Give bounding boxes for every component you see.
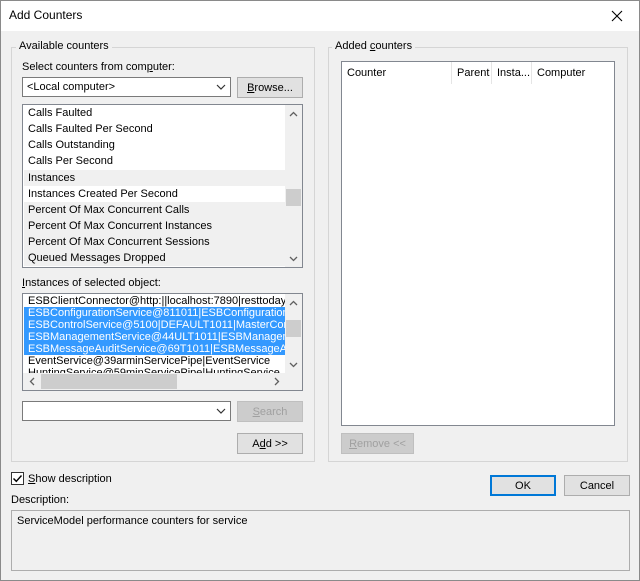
chevron-right-icon (274, 377, 279, 386)
add-button-label: Add >> (252, 437, 288, 450)
list-item[interactable]: Percent Of Max Concurrent Sessions (24, 234, 285, 250)
search-button-label: Search (252, 405, 288, 418)
list-item[interactable]: ESBMessageAuditService@69T1011|ESBMessag… (24, 343, 285, 355)
scroll-left-button[interactable] (23, 373, 40, 390)
scroll-thumb[interactable] (41, 374, 177, 389)
title-bar: Add Counters (1, 1, 639, 31)
scroll-down-button[interactable] (285, 356, 302, 373)
list-item[interactable]: Calls Per Second (24, 153, 285, 169)
instances-listbox[interactable]: ESBClientConnector@http:||localhost:7890… (22, 293, 303, 391)
cancel-button[interactable]: Cancel (564, 475, 630, 496)
instances-label: Instances of selected object: (22, 277, 161, 289)
chevron-up-icon (289, 111, 298, 116)
list-item[interactable]: Percent Of Max Concurrent Calls (24, 202, 285, 218)
search-button[interactable]: Search (237, 401, 303, 422)
browse-button-label: Browse... (247, 81, 293, 94)
added-counters-label: Added counters (332, 40, 416, 52)
chevron-down-icon (216, 408, 226, 414)
chevron-down-icon (216, 84, 226, 90)
scroll-corner (285, 373, 302, 390)
list-item[interactable]: Calls Outstanding (24, 137, 285, 153)
browse-button[interactable]: Browse... (237, 77, 303, 98)
computer-value: <Local computer> (27, 81, 116, 93)
ok-button-label: OK (515, 479, 531, 492)
show-description-checkbox[interactable] (11, 472, 24, 485)
column-header-parent[interactable]: Parent (452, 62, 492, 84)
column-header-counter[interactable]: Counter (342, 62, 452, 84)
scroll-right-button[interactable] (268, 373, 285, 390)
instances-hscrollbar[interactable] (23, 373, 285, 390)
list-item[interactable]: EventService@39arminServicePipe|EventSer… (24, 355, 285, 367)
list-item[interactable]: Instances Created Per Second (24, 186, 285, 202)
checkmark-icon (13, 475, 23, 483)
scroll-up-button[interactable] (285, 105, 302, 122)
list-item[interactable]: ESBControlService@5100|DEFAULT1011|Maste… (24, 319, 285, 331)
added-counters-table[interactable]: Counter Parent Insta... Computer (341, 61, 615, 426)
scroll-thumb[interactable] (286, 189, 301, 206)
cancel-button-label: Cancel (579, 479, 615, 492)
close-button[interactable] (595, 1, 639, 31)
counters-listbox[interactable]: Calls Faulted Calls Faulted Per Second C… (22, 104, 303, 268)
add-counters-dialog: Add Counters Available counters Select c… (0, 0, 640, 581)
close-icon (611, 10, 623, 22)
scroll-up-button[interactable] (285, 294, 302, 311)
list-item[interactable]: ESBClientConnector@http:||localhost:7890… (24, 295, 285, 307)
chevron-down-icon (289, 256, 298, 261)
show-description-label[interactable]: Show description (28, 473, 112, 485)
chevron-up-icon (289, 300, 298, 305)
chevron-down-icon (289, 362, 298, 367)
remove-button-label: Remove << (349, 437, 406, 450)
instances-vscrollbar[interactable] (285, 294, 302, 373)
column-header-computer[interactable]: Computer (532, 62, 614, 84)
scroll-thumb[interactable] (286, 320, 301, 337)
list-item[interactable]: Calls Faulted (24, 105, 285, 121)
description-text: ServiceModel performance counters for se… (17, 515, 248, 527)
column-header-instance[interactable]: Insta... (492, 62, 532, 84)
scroll-down-button[interactable] (285, 250, 302, 267)
add-button[interactable]: Add >> (237, 433, 303, 454)
window-title: Add Counters (9, 8, 83, 22)
computer-combobox[interactable]: <Local computer> (22, 77, 231, 97)
chevron-left-icon (29, 377, 34, 386)
counters-vscrollbar[interactable] (285, 105, 302, 267)
description-label: Description: (11, 494, 70, 506)
list-item[interactable]: Instances (24, 170, 285, 186)
list-item[interactable]: ESBConfigurationService@811011|ESBConfig… (24, 307, 285, 319)
list-item[interactable]: ESBManagementService@44ULT1011|ESBManage… (24, 331, 285, 343)
search-combobox[interactable] (22, 401, 231, 421)
list-item[interactable]: Calls Faulted Per Second (24, 121, 285, 137)
list-item[interactable]: Percent Of Max Concurrent Instances (24, 218, 285, 234)
remove-button[interactable]: Remove << (341, 433, 414, 454)
ok-button[interactable]: OK (490, 475, 556, 496)
description-box: ServiceModel performance counters for se… (11, 510, 630, 571)
list-item[interactable]: Queued Messages Dropped (24, 250, 285, 266)
available-counters-label: Available counters (16, 40, 112, 52)
select-computer-label: Select counters from computer: (22, 61, 175, 73)
